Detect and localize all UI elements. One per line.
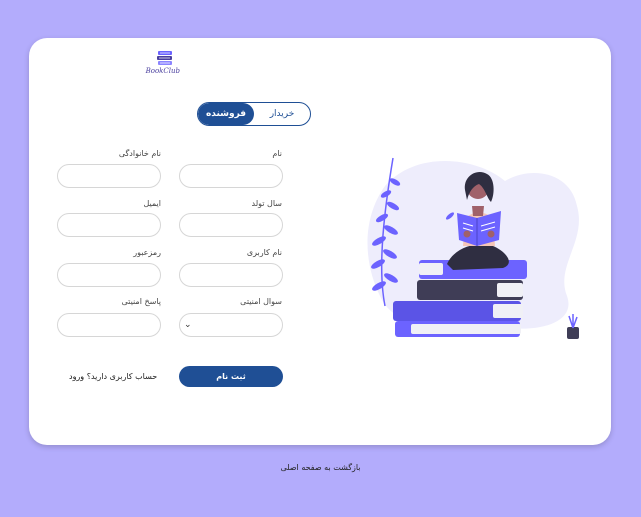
woman-reading-on-books-illustration xyxy=(367,157,579,339)
book-stack-icon xyxy=(157,51,172,65)
register-button[interactable]: ثبت نام xyxy=(179,366,283,387)
buyer-toggle-option[interactable]: خریدار xyxy=(254,103,310,125)
birth-year-label: سال تولد xyxy=(251,199,283,208)
chevron-down-icon: ⌄ xyxy=(184,320,192,330)
birth-year-field[interactable] xyxy=(179,213,283,237)
first-name-field[interactable] xyxy=(179,164,283,188)
password-label: رمزعبور xyxy=(133,248,161,257)
first-name-label: نام xyxy=(272,149,282,158)
last-name-field[interactable] xyxy=(57,164,161,188)
username-field[interactable] xyxy=(179,263,283,287)
security-question-select[interactable]: ⌄ xyxy=(179,313,283,337)
account-type-toggle[interactable]: فروشنده خریدار xyxy=(197,102,311,126)
security-question-label: سوال امنیتی xyxy=(240,297,282,306)
potted-plant xyxy=(567,314,579,339)
logo[interactable]: BookClub xyxy=(145,50,180,75)
email-field[interactable] xyxy=(57,213,161,237)
security-answer-field[interactable] xyxy=(57,313,161,337)
password-field[interactable] xyxy=(57,263,161,287)
last-name-label: نام خانوادگی xyxy=(118,149,161,158)
back-to-home-link[interactable]: بازگشت به صفحه اصلی xyxy=(0,463,641,472)
username-label: نام کاربری xyxy=(246,248,282,257)
signup-card: BookClub فروشنده خریدار نام نام خانوادگی… xyxy=(29,38,611,445)
seller-toggle-option[interactable]: فروشنده xyxy=(198,103,254,125)
email-label: ایمیل xyxy=(143,199,161,208)
logo-text: BookClub xyxy=(145,67,180,75)
login-link[interactable]: ورود xyxy=(69,372,84,381)
login-prompt: حساب کاربری دارید؟ ورود xyxy=(69,372,157,381)
security-answer-label: پاسخ امنیتی xyxy=(121,297,162,306)
login-question: حساب کاربری دارید؟ xyxy=(86,372,158,381)
